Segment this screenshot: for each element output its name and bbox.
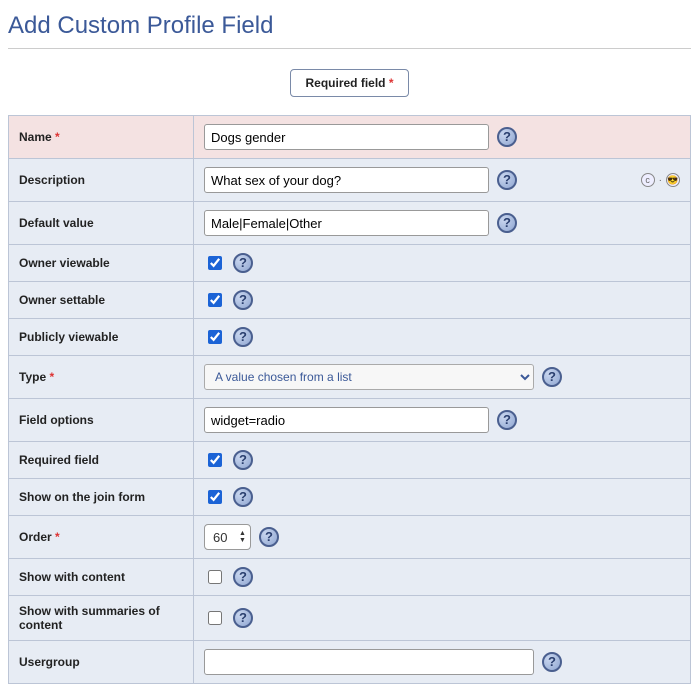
help-icon[interactable]: ? xyxy=(233,450,253,470)
label-owner-settable: Owner settable xyxy=(9,282,194,319)
page-title: Add Custom Profile Field xyxy=(8,12,691,40)
publicly-viewable-checkbox[interactable] xyxy=(208,330,222,344)
label-field-options: Field options xyxy=(9,399,194,442)
show-content-checkbox[interactable] xyxy=(208,570,222,584)
label-show-summaries: Show with summaries of content xyxy=(9,596,194,641)
label-publicly-viewable: Publicly viewable xyxy=(9,319,194,356)
show-join-checkbox[interactable] xyxy=(208,490,222,504)
label-usergroup: Usergroup xyxy=(9,641,194,684)
type-select[interactable]: A value chosen from a list xyxy=(204,364,534,390)
help-icon[interactable]: ? xyxy=(259,527,279,547)
mini-icon-a[interactable]: c xyxy=(641,173,655,187)
default-value-input[interactable] xyxy=(204,210,489,236)
owner-settable-checkbox[interactable] xyxy=(208,293,222,307)
help-icon[interactable]: ? xyxy=(233,567,253,587)
label-default-value: Default value xyxy=(9,202,194,245)
mini-icon-b[interactable]: 😎 xyxy=(666,173,680,187)
label-type: Type * xyxy=(9,356,194,399)
label-show-join: Show on the join form xyxy=(9,479,194,516)
help-icon[interactable]: ? xyxy=(233,290,253,310)
label-order: Order * xyxy=(9,516,194,559)
field-options-input[interactable] xyxy=(204,407,489,433)
name-input[interactable] xyxy=(204,124,489,150)
side-icons: c · 😎 xyxy=(641,173,680,187)
label-required: Required field xyxy=(9,442,194,479)
required-field-badge: Required field * xyxy=(290,69,408,97)
divider xyxy=(8,48,691,49)
help-icon[interactable]: ? xyxy=(542,367,562,387)
description-input[interactable] xyxy=(204,167,489,193)
help-icon[interactable]: ? xyxy=(233,327,253,347)
label-owner-viewable: Owner viewable xyxy=(9,245,194,282)
show-summaries-checkbox[interactable] xyxy=(208,611,222,625)
order-stepper[interactable]: 60 ▲▼ xyxy=(204,524,251,550)
help-icon[interactable]: ? xyxy=(497,410,517,430)
help-icon[interactable]: ? xyxy=(497,170,517,190)
help-icon[interactable]: ? xyxy=(233,487,253,507)
form-table: Name * ? Description ? c · 😎 Default val… xyxy=(8,115,691,684)
help-icon[interactable]: ? xyxy=(542,652,562,672)
stepper-arrows-icon[interactable]: ▲▼ xyxy=(239,530,246,544)
label-description: Description xyxy=(9,159,194,202)
usergroup-input[interactable] xyxy=(204,649,534,675)
owner-viewable-checkbox[interactable] xyxy=(208,256,222,270)
help-icon[interactable]: ? xyxy=(233,253,253,273)
help-icon[interactable]: ? xyxy=(497,127,517,147)
help-icon[interactable]: ? xyxy=(497,213,517,233)
help-icon[interactable]: ? xyxy=(233,608,253,628)
required-checkbox[interactable] xyxy=(208,453,222,467)
label-show-content: Show with content xyxy=(9,559,194,596)
label-name: Name * xyxy=(9,116,194,159)
